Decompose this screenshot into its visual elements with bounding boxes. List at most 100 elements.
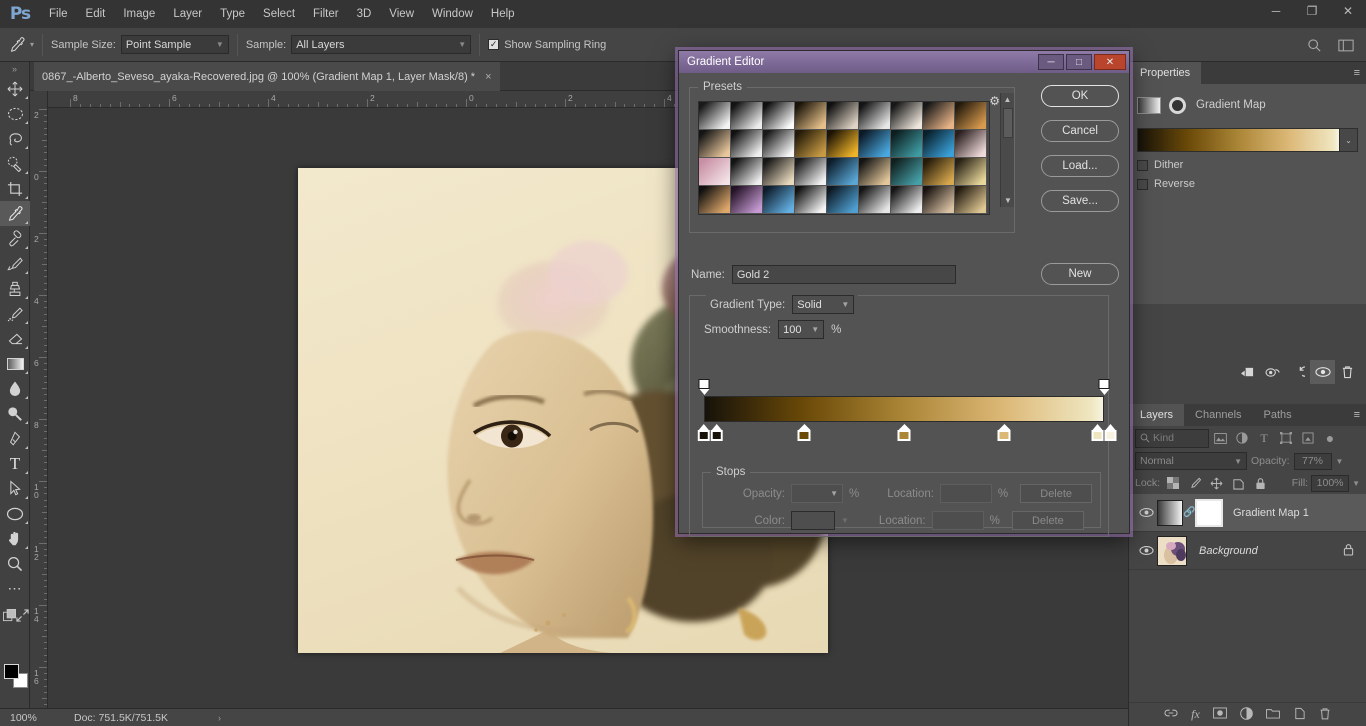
dodge-tool[interactable] bbox=[0, 401, 30, 426]
new-adjustment-icon[interactable] bbox=[1240, 706, 1253, 723]
layer-name[interactable]: Gradient Map 1 bbox=[1233, 507, 1360, 519]
preset-swatch[interactable] bbox=[763, 102, 795, 130]
preset-swatch[interactable] bbox=[923, 158, 955, 186]
layer-thumbnail[interactable] bbox=[1157, 499, 1183, 526]
color-stop-pair[interactable] bbox=[697, 424, 723, 441]
preset-swatch[interactable] bbox=[955, 186, 987, 214]
menu-edit[interactable]: Edit bbox=[77, 0, 115, 28]
scroll-up-icon[interactable]: ▲ bbox=[1001, 93, 1014, 106]
document-tab[interactable]: 0867_-Alberto_Seveso_ayaka-Recovered.jpg… bbox=[34, 62, 500, 91]
layer-style-icon[interactable]: fx bbox=[1191, 707, 1200, 722]
preset-swatch[interactable] bbox=[795, 102, 827, 130]
smartobject-filter-icon[interactable] bbox=[1297, 429, 1319, 448]
preset-swatch[interactable] bbox=[763, 130, 795, 158]
color-stop[interactable] bbox=[697, 424, 710, 441]
scroll-down-icon[interactable]: ▼ bbox=[1001, 194, 1015, 207]
gradient-editor-dialog[interactable]: Gradient Editor ─ □ ✕ Presets ⚙▾ ▲ ▼ OK … bbox=[678, 50, 1130, 537]
delete-icon[interactable] bbox=[1335, 360, 1360, 384]
zoom-tool[interactable] bbox=[0, 551, 30, 576]
tab-paths[interactable]: Paths bbox=[1252, 404, 1303, 426]
type-tool[interactable]: T bbox=[0, 451, 30, 476]
location-input-1[interactable] bbox=[939, 484, 992, 503]
add-mask-icon[interactable] bbox=[1212, 707, 1227, 722]
preset-swatch[interactable] bbox=[827, 186, 859, 214]
new-group-icon[interactable] bbox=[1265, 707, 1280, 722]
preset-swatch[interactable] bbox=[859, 186, 891, 214]
restore-icon[interactable]: □ bbox=[1066, 54, 1092, 70]
preset-swatch[interactable] bbox=[891, 186, 923, 214]
type-filter-icon[interactable]: T bbox=[1253, 429, 1275, 448]
preset-swatch[interactable] bbox=[795, 158, 827, 186]
edit-toolbar-tool[interactable]: ⋯ bbox=[0, 576, 30, 601]
color-stop[interactable] bbox=[997, 424, 1011, 441]
gradient-bar[interactable] bbox=[704, 396, 1104, 422]
menu-3d[interactable]: 3D bbox=[348, 0, 381, 28]
toggle-visibility-icon[interactable] bbox=[1310, 360, 1335, 384]
eyedropper-tool[interactable] bbox=[0, 201, 30, 226]
foreground-color-swatch[interactable] bbox=[4, 664, 19, 679]
layer-thumbnail[interactable] bbox=[1157, 535, 1187, 566]
sample-size-select[interactable]: Point Sample ▼ bbox=[120, 35, 229, 54]
preset-swatch[interactable] bbox=[859, 158, 891, 186]
history-brush-tool[interactable] bbox=[0, 301, 30, 326]
search-icon[interactable] bbox=[1298, 31, 1330, 59]
color-stop[interactable] bbox=[710, 424, 723, 441]
filter-kind-select[interactable]: Kind bbox=[1135, 428, 1209, 448]
panel-menu-icon[interactable]: ≡ bbox=[1354, 409, 1360, 421]
path-selection-tool[interactable] bbox=[0, 476, 30, 501]
color-stop[interactable] bbox=[797, 424, 811, 441]
opacity-value[interactable]: 77% bbox=[1293, 452, 1332, 470]
preset-swatch[interactable] bbox=[923, 130, 955, 158]
gradient-bar-area[interactable] bbox=[697, 379, 1117, 441]
preset-swatch[interactable] bbox=[955, 130, 987, 158]
preset-swatch[interactable] bbox=[731, 158, 763, 186]
menu-file[interactable]: File bbox=[40, 0, 77, 28]
lock-artboard-icon[interactable] bbox=[1229, 474, 1248, 492]
menu-filter[interactable]: Filter bbox=[304, 0, 348, 28]
opacity-input[interactable]: ▼ bbox=[791, 484, 843, 503]
chevron-down-icon[interactable]: ▼ bbox=[841, 516, 849, 525]
toolbar-expand-icon[interactable]: » bbox=[0, 62, 29, 76]
restore-icon[interactable]: ❐ bbox=[1294, 0, 1330, 22]
color-stop-pair[interactable] bbox=[1091, 424, 1117, 441]
quick-selection-tool[interactable] bbox=[0, 151, 30, 176]
close-icon[interactable]: × bbox=[485, 71, 491, 83]
preset-swatch[interactable] bbox=[955, 102, 987, 130]
lock-position-icon[interactable] bbox=[1207, 474, 1226, 492]
chevron-down-icon[interactable]: ⌄ bbox=[1340, 128, 1358, 152]
preset-swatch[interactable] bbox=[699, 186, 731, 214]
preset-swatch[interactable] bbox=[763, 158, 795, 186]
table-row[interactable]: 🔗 Gradient Map 1 bbox=[1129, 494, 1366, 532]
name-input[interactable]: Gold 2 bbox=[731, 265, 956, 284]
move-tool[interactable] bbox=[0, 76, 30, 101]
new-layer-icon[interactable] bbox=[1293, 707, 1306, 723]
preset-swatch[interactable] bbox=[891, 158, 923, 186]
lock-all-icon[interactable] bbox=[1251, 474, 1270, 492]
gradient-preview[interactable] bbox=[1137, 128, 1340, 152]
blend-mode-select[interactable]: Normal ▼ bbox=[1135, 452, 1247, 470]
menu-view[interactable]: View bbox=[380, 0, 423, 28]
color-stop[interactable] bbox=[1104, 424, 1117, 441]
opacity-stop[interactable] bbox=[698, 379, 710, 395]
quick-mask-icon[interactable] bbox=[3, 609, 16, 625]
zoom-level[interactable]: 100% bbox=[0, 712, 52, 724]
menu-select[interactable]: Select bbox=[254, 0, 304, 28]
lock-transparent-pixels-icon[interactable] bbox=[1163, 474, 1182, 492]
screen-mode-icon[interactable] bbox=[16, 609, 29, 625]
adjustment-filter-icon[interactable] bbox=[1231, 429, 1253, 448]
menu-image[interactable]: Image bbox=[114, 0, 164, 28]
color-swatch[interactable] bbox=[791, 511, 835, 530]
link-mask-icon[interactable]: 🔗 bbox=[1183, 507, 1195, 518]
location-input-2[interactable] bbox=[931, 511, 984, 530]
close-icon[interactable]: ✕ bbox=[1330, 0, 1366, 22]
vertical-ruler[interactable]: 2024681 01 21 41 61 8 bbox=[30, 91, 48, 708]
preset-swatch[interactable] bbox=[731, 186, 763, 214]
color-stop[interactable] bbox=[897, 424, 911, 441]
preset-swatch[interactable] bbox=[731, 130, 763, 158]
preset-swatch[interactable] bbox=[859, 130, 891, 158]
menu-window[interactable]: Window bbox=[423, 0, 482, 28]
crop-tool[interactable] bbox=[0, 176, 30, 201]
gradient-type-select[interactable]: Solid ▼ bbox=[792, 295, 855, 314]
preset-swatch[interactable] bbox=[795, 186, 827, 214]
preset-swatch[interactable] bbox=[891, 102, 923, 130]
